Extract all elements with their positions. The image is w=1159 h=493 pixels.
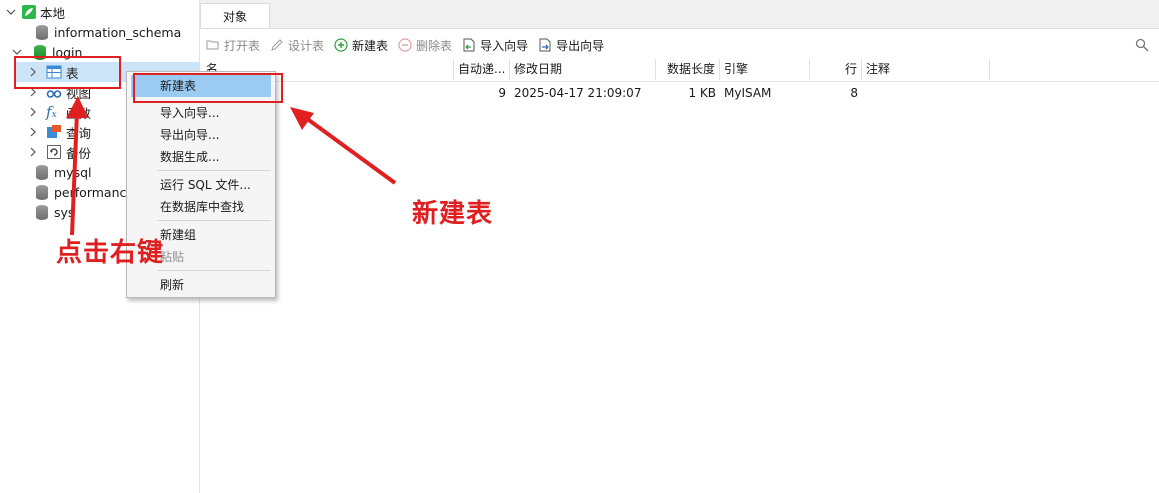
- database-icon: [36, 184, 48, 200]
- delete-table-button[interactable]: 删除表: [398, 37, 452, 54]
- menu-item-import-wizard[interactable]: 导入向导...: [131, 102, 271, 124]
- database-icon: [36, 164, 48, 180]
- tab-objects[interactable]: 对象: [200, 3, 270, 28]
- database-icon: [36, 204, 48, 220]
- search-icon[interactable]: [1135, 38, 1149, 52]
- annotation-box-new-table: [133, 73, 283, 103]
- tree-label: mysql: [54, 164, 92, 180]
- cell-auto-increment: 9: [498, 86, 506, 100]
- tab-bar: 对象: [200, 0, 1159, 29]
- annotation-new-table: 新建表: [412, 199, 494, 229]
- menu-item-run-sql-file[interactable]: 运行 SQL 文件...: [131, 174, 271, 196]
- tree-label: performance: [54, 184, 135, 200]
- tree-node-information-schema[interactable]: information_schema: [34, 22, 181, 42]
- tree-label: sys: [54, 204, 75, 220]
- column-header-comment[interactable]: 注释: [862, 59, 990, 80]
- annotation-right-click: 点击右键: [56, 238, 165, 268]
- pencil-icon: [270, 38, 284, 52]
- menu-item-export-wizard[interactable]: 导出向导...: [131, 124, 271, 146]
- object-toolbar: 打开表 设计表 新建表 删除表 导入向导 导出向导: [200, 33, 1159, 57]
- arrow-head: [290, 107, 314, 130]
- export-wizard-label: 导出向导: [556, 38, 605, 53]
- tree-label: 本地: [40, 5, 66, 21]
- tree-node-queries[interactable]: 查询: [28, 122, 91, 142]
- column-header-data-length[interactable]: 数据长度: [656, 59, 720, 80]
- tree-node-functions[interactable]: fx 函数: [28, 102, 91, 122]
- database-icon: [36, 24, 48, 40]
- tree-label: 备份: [66, 145, 92, 161]
- new-table-button[interactable]: 新建表: [334, 37, 388, 54]
- export-icon: [538, 38, 552, 52]
- new-table-label: 新建表: [352, 38, 389, 53]
- tree-node-performance[interactable]: performance: [34, 182, 134, 202]
- menu-item-find-in-database[interactable]: 在数据库中查找: [131, 196, 271, 218]
- menu-separator: [157, 170, 271, 171]
- annotation-box-tables: [14, 56, 121, 89]
- cell-comment: [862, 83, 990, 103]
- import-wizard-button[interactable]: 导入向导: [462, 37, 528, 54]
- chevron-right-icon[interactable]: [28, 147, 38, 157]
- cell-engine: MyISAM: [724, 86, 772, 100]
- column-header-rows[interactable]: 行: [810, 59, 862, 80]
- tree-label: 函数: [66, 105, 92, 121]
- tree-node-backups[interactable]: 备份: [28, 142, 91, 162]
- plus-circle-icon: [334, 38, 348, 52]
- column-header-auto-increment[interactable]: 自动递...: [454, 59, 510, 80]
- chevron-right-icon[interactable]: [28, 107, 38, 117]
- design-table-button[interactable]: 设计表: [270, 37, 324, 54]
- column-header-engine[interactable]: 引擎: [720, 59, 810, 80]
- tree-label: 查询: [66, 125, 92, 141]
- open-table-label: 打开表: [224, 38, 261, 53]
- delete-table-label: 删除表: [416, 38, 453, 53]
- cell-rows: 8: [850, 86, 858, 100]
- connection-icon: [22, 5, 36, 19]
- cell-data-length: 1 KB: [688, 86, 716, 100]
- arrow-to-new-table: [304, 116, 397, 185]
- backup-icon: [46, 144, 62, 160]
- cell-modified-date: 2025-04-17 21:09:07: [514, 86, 642, 100]
- object-list-header: 名 自动递... 修改日期 数据长度 引擎 行 注释: [200, 59, 1159, 82]
- design-table-label: 设计表: [288, 38, 325, 53]
- menu-item-data-generation[interactable]: 数据生成...: [131, 146, 271, 168]
- tree-node-mysql[interactable]: mysql: [34, 162, 92, 182]
- folder-open-icon: [206, 38, 220, 52]
- import-icon: [462, 38, 476, 52]
- menu-separator: [157, 270, 271, 271]
- function-icon: fx: [46, 103, 57, 121]
- export-wizard-button[interactable]: 导出向导: [538, 37, 604, 54]
- open-table-button[interactable]: 打开表: [206, 37, 260, 54]
- chevron-down-icon[interactable]: [6, 7, 16, 17]
- tree-label: information_schema: [54, 24, 182, 40]
- import-wizard-label: 导入向导: [480, 38, 529, 53]
- tree-node-sys[interactable]: sys: [34, 202, 74, 222]
- minus-circle-icon: [398, 38, 412, 52]
- query-icon: [46, 124, 62, 140]
- menu-separator: [157, 220, 271, 221]
- menu-item-refresh[interactable]: 刷新: [131, 274, 271, 296]
- column-header-modified-date[interactable]: 修改日期: [510, 59, 656, 80]
- chevron-right-icon[interactable]: [28, 127, 38, 137]
- tree-node-local[interactable]: 本地: [6, 2, 65, 22]
